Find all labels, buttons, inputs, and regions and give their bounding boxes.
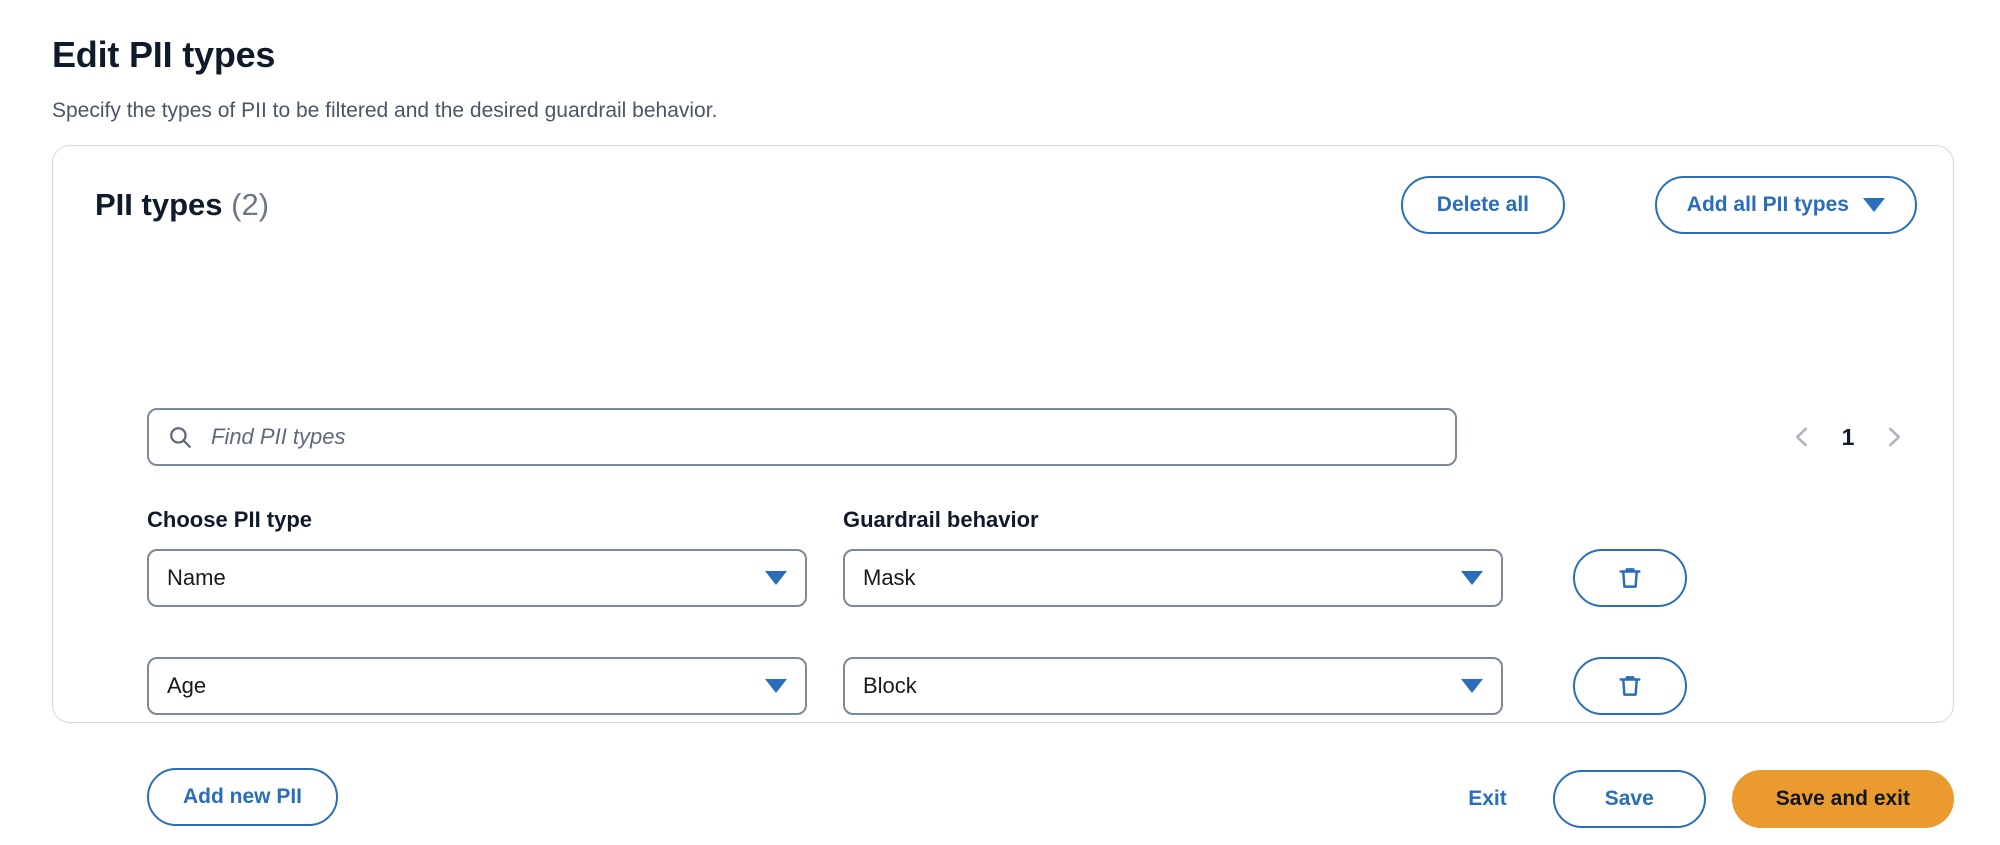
delete-all-button[interactable]: Delete all bbox=[1400, 176, 1565, 234]
add-new-pii-label: Add new PII bbox=[183, 785, 303, 808]
guardrail-behavior-value: Mask bbox=[863, 565, 916, 590]
column-header-guardrail-behavior: Guardrail behavior bbox=[843, 507, 1039, 532]
trash-icon bbox=[1619, 568, 1641, 588]
pii-row: Age Block bbox=[147, 657, 1953, 715]
page-title: Edit PII types bbox=[52, 34, 276, 76]
pagination-current-page[interactable]: 1 bbox=[1841, 424, 1855, 451]
page-subtitle: Specify the types of PII to be filtered … bbox=[52, 99, 718, 122]
add-all-pii-types-button[interactable]: Add all PII types bbox=[1654, 176, 1917, 234]
save-label: Save bbox=[1604, 787, 1654, 810]
guardrail-behavior-value: Block bbox=[863, 673, 917, 698]
chevron-down-icon bbox=[1461, 679, 1483, 693]
pii-types-count: (2) bbox=[231, 187, 270, 222]
footer-actions: Exit Save Save and exit bbox=[1468, 770, 1954, 828]
pii-row: Name Mask bbox=[147, 549, 1953, 607]
delete-all-label: Delete all bbox=[1436, 193, 1529, 216]
chevron-right-icon[interactable] bbox=[1881, 422, 1907, 452]
pii-types-card: PII types (2) Delete all Add all PII typ… bbox=[52, 145, 1954, 826]
add-all-pii-types-label: Add all PII types bbox=[1686, 193, 1849, 216]
guardrail-behavior-select[interactable]: Block bbox=[843, 657, 1503, 715]
pii-type-select[interactable]: Age bbox=[147, 657, 807, 715]
pagination: 1 bbox=[1789, 408, 1907, 466]
search-pii-types-box[interactable] bbox=[147, 408, 1457, 466]
pii-type-value: Name bbox=[167, 565, 226, 590]
search-input[interactable] bbox=[209, 410, 1437, 464]
save-and-exit-button[interactable]: Save and exit bbox=[1731, 770, 1954, 828]
edit-pii-types-page: Edit PII types Specify the types of PII … bbox=[0, 0, 2000, 845]
pii-type-select[interactable]: Name bbox=[147, 549, 807, 607]
chevron-left-icon[interactable] bbox=[1789, 422, 1815, 452]
exit-button[interactable]: Exit bbox=[1468, 787, 1507, 811]
save-and-exit-label: Save and exit bbox=[1775, 787, 1910, 810]
card-title: PII types (2) bbox=[95, 185, 269, 225]
trash-icon bbox=[1619, 676, 1641, 696]
card-title-text: PII types bbox=[95, 187, 223, 222]
column-header-pii-type: Choose PII type bbox=[147, 507, 313, 532]
pii-type-value: Age bbox=[167, 673, 207, 698]
chevron-down-icon bbox=[1461, 571, 1483, 585]
save-button[interactable]: Save bbox=[1552, 770, 1706, 828]
guardrail-behavior-select[interactable]: Mask bbox=[843, 549, 1503, 607]
delete-row-button[interactable] bbox=[1573, 549, 1687, 607]
chevron-down-icon bbox=[1863, 198, 1885, 212]
chevron-down-icon bbox=[765, 571, 787, 585]
chevron-down-icon bbox=[765, 679, 787, 693]
add-new-pii-button[interactable]: Add new PII bbox=[147, 768, 339, 826]
delete-row-button[interactable] bbox=[1573, 657, 1687, 715]
search-icon bbox=[170, 427, 191, 448]
card-header: PII types (2) Delete all Add all PII typ… bbox=[95, 176, 1917, 236]
